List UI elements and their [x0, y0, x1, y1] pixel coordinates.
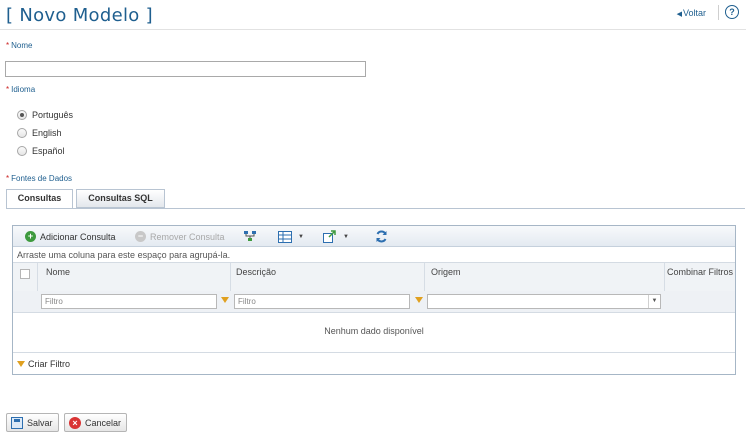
language-label-text: Idioma [11, 85, 36, 94]
cancel-icon: × [69, 416, 81, 429]
radio-button[interactable] [17, 110, 27, 120]
save-button[interactable]: Salvar [6, 413, 59, 432]
data-sources-label-text: Fontes de Dados [11, 174, 73, 183]
create-filter-link[interactable]: Criar Filtro [13, 352, 735, 374]
grid-filter-row: ▼ [13, 291, 735, 313]
radio-button[interactable] [17, 146, 27, 156]
column-header-descricao[interactable]: Descrição [231, 263, 425, 291]
origem-filter-select[interactable]: ▼ [427, 294, 661, 309]
remove-query-label: Remover Consulta [150, 231, 225, 242]
empty-message: Nenhum dado disponível [324, 326, 424, 336]
language-option-label: Português [32, 110, 74, 120]
page-title: [ Novo Modelo ] [6, 5, 153, 26]
back-link[interactable]: ◀Voltar [677, 8, 706, 18]
select-all-column [13, 263, 38, 291]
required-marker: * [6, 85, 10, 94]
help-icon[interactable]: ? [725, 5, 739, 19]
group-by-panel[interactable]: Arraste uma coluna para este espaço para… [13, 247, 735, 263]
save-label: Salvar [27, 417, 53, 428]
queries-grid: + Adicionar Consulta − Remover Consulta … [12, 225, 736, 375]
filter-icon [17, 360, 25, 367]
add-icon: + [25, 231, 36, 242]
column-header-origem[interactable]: Origem [425, 263, 665, 291]
tab-consultas-sql[interactable]: Consultas SQL [76, 189, 165, 208]
tab-consultas[interactable]: Consultas [6, 189, 73, 209]
filter-icon[interactable] [415, 297, 423, 303]
descricao-filter-input[interactable] [234, 294, 410, 309]
export-icon [323, 230, 336, 243]
language-option-label: English [32, 128, 62, 138]
cancel-button[interactable]: × Cancelar [64, 413, 128, 432]
caret-left-icon: ◀ [676, 11, 682, 18]
columns-menu-button[interactable]: ▼ [278, 229, 304, 244]
name-input[interactable] [5, 61, 366, 77]
create-filter-label: Criar Filtro [28, 358, 70, 369]
hierarchy-icon[interactable] [243, 230, 257, 243]
required-marker: * [6, 174, 10, 183]
refresh-icon[interactable] [375, 230, 388, 243]
chevron-down-icon: ▼ [298, 233, 304, 240]
language-option-label: Español [32, 146, 65, 156]
cancel-label: Cancelar [85, 417, 122, 428]
remove-query-button[interactable]: − Remover Consulta [135, 229, 225, 244]
select-all-checkbox[interactable] [20, 269, 30, 279]
required-marker: * [6, 41, 10, 50]
name-label-text: Nome [11, 41, 33, 50]
nome-filter-input[interactable] [41, 294, 217, 309]
grid-header-row: Nome Descrição Origem Combinar Filtros [13, 263, 735, 291]
column-header-nome[interactable]: Nome [38, 263, 231, 291]
columns-icon [278, 230, 292, 243]
save-icon [11, 416, 23, 429]
language-field-label: * Idioma [6, 85, 35, 94]
name-field-label: * Nome [6, 41, 32, 50]
language-option-spanish[interactable]: Español [17, 144, 65, 158]
language-option-english[interactable]: English [17, 126, 62, 140]
language-option-portuguese[interactable]: Português [17, 108, 73, 122]
export-menu-button[interactable]: ▼ [323, 229, 349, 244]
filter-icon[interactable] [221, 297, 229, 303]
page-header: [ Novo Modelo ] ◀Voltar ? [0, 0, 746, 30]
add-query-label: Adicionar Consulta [40, 231, 116, 242]
back-link-label: Voltar [682, 8, 706, 18]
column-header-combinar-filtros[interactable]: Combinar Filtros [665, 263, 735, 291]
remove-icon: − [135, 231, 146, 242]
chevron-down-icon: ▼ [343, 233, 349, 240]
data-sources-field-label: * Fontes de Dados [6, 174, 72, 183]
tab-divider [6, 208, 745, 209]
chevron-down-icon: ▼ [648, 295, 660, 308]
header-divider [718, 5, 719, 20]
radio-button[interactable] [17, 128, 27, 138]
grid-toolbar: + Adicionar Consulta − Remover Consulta … [13, 226, 735, 247]
add-query-button[interactable]: + Adicionar Consulta [25, 229, 116, 244]
